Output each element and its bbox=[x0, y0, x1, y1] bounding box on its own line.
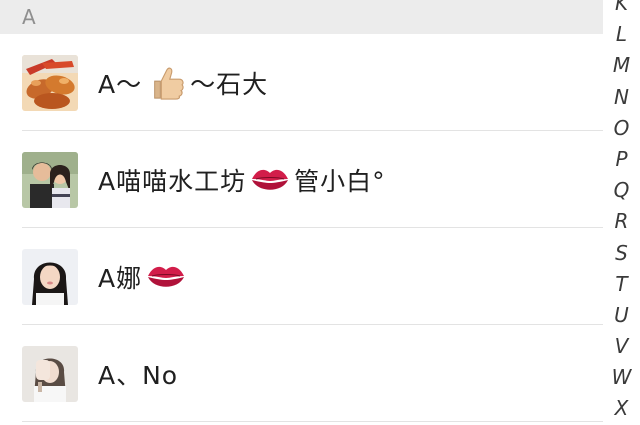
index-letter-n[interactable]: N bbox=[603, 82, 640, 113]
thumbs-up-icon bbox=[146, 66, 186, 100]
index-letter-w[interactable]: W bbox=[603, 362, 640, 393]
index-letter-v[interactable]: V bbox=[603, 331, 640, 362]
lips-kiss-icon bbox=[250, 163, 290, 197]
contact-row[interactable]: A～ ～石大 bbox=[0, 34, 603, 131]
index-letter-q[interactable]: Q bbox=[603, 175, 640, 206]
contact-row[interactable]: A、No bbox=[0, 325, 603, 422]
contact-row[interactable]: A娜 bbox=[0, 228, 603, 325]
index-letter-x[interactable]: X bbox=[603, 393, 640, 424]
index-letter-m[interactable]: M bbox=[603, 50, 640, 81]
contact-name: A娜 bbox=[98, 263, 143, 293]
contact-name-suffix: 管小白° bbox=[294, 166, 386, 196]
couple-photo-avatar[interactable] bbox=[22, 151, 78, 208]
index-letter-u[interactable]: U bbox=[603, 300, 640, 331]
index-letter-l[interactable]: L bbox=[603, 19, 640, 50]
lips-kiss-icon bbox=[146, 260, 186, 294]
section-letter: A bbox=[22, 5, 36, 29]
alphabet-index-bar[interactable]: K L M N O P Q R S T U V W X bbox=[603, 0, 640, 425]
contact-list[interactable]: A～ ～石大 A喵喵水工坊 管小白° A娜 A、No bbox=[0, 34, 603, 422]
selfie-photo-avatar[interactable] bbox=[22, 345, 78, 402]
girl-photo-avatar[interactable] bbox=[22, 248, 78, 305]
index-letter-p[interactable]: P bbox=[603, 144, 640, 175]
index-letter-t[interactable]: T bbox=[603, 269, 640, 300]
index-letter-s[interactable]: S bbox=[603, 238, 640, 269]
index-letter-k[interactable]: K bbox=[603, 0, 640, 19]
contact-row[interactable]: A喵喵水工坊 管小白° bbox=[0, 131, 603, 228]
index-letter-o[interactable]: O bbox=[603, 113, 640, 144]
contact-name: A～ bbox=[98, 69, 143, 99]
index-letter-r[interactable]: R bbox=[603, 206, 640, 237]
section-header-a: A bbox=[0, 0, 603, 34]
contact-name: A、No bbox=[98, 360, 179, 390]
contact-name-suffix: ～石大 bbox=[190, 69, 269, 99]
food-photo-avatar[interactable] bbox=[22, 54, 78, 111]
contact-name: A喵喵水工坊 bbox=[98, 166, 247, 196]
